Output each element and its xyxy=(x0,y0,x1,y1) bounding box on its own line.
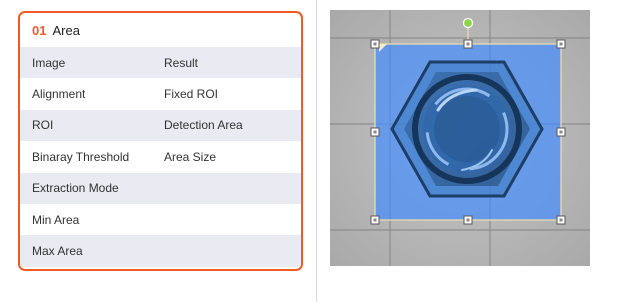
row-label: Max Area xyxy=(32,244,83,259)
settings-row-min-area[interactable]: Min Area xyxy=(20,203,301,236)
settings-row-roi[interactable]: ROI Detection Area xyxy=(20,109,301,142)
row-label: Alignment xyxy=(32,87,86,102)
row-value: Detection Area xyxy=(164,118,243,133)
row-value: Fixed ROI xyxy=(164,87,219,102)
vertical-divider xyxy=(316,0,317,302)
section-title: Area xyxy=(52,22,80,38)
settings-row-binary-threshold[interactable]: Binaray Threshold Area Size xyxy=(20,141,301,173)
settings-row-extraction-mode[interactable]: Extraction Mode xyxy=(20,172,301,204)
row-label: Extraction Mode xyxy=(32,181,119,196)
section-number: 01 xyxy=(32,22,47,38)
inspection-image-view[interactable] xyxy=(330,10,590,266)
row-value: Area Size xyxy=(164,149,217,164)
panel-header: 01 Area xyxy=(20,13,301,47)
settings-list: Image Result Alignment Fixed ROI ROI Det… xyxy=(20,47,301,267)
row-value: Result xyxy=(164,55,199,70)
row-label: Binaray Threshold xyxy=(32,149,130,164)
rotate-handle-icon[interactable] xyxy=(462,17,474,29)
row-label: Image xyxy=(32,55,66,70)
area-settings-panel: 01 Area Image Result Alignment Fixed ROI… xyxy=(18,11,303,271)
inspection-image xyxy=(330,10,590,266)
settings-row-image[interactable]: Image Result xyxy=(20,47,301,79)
settings-row-max-area[interactable]: Max Area xyxy=(20,235,301,267)
row-label: Min Area xyxy=(32,212,80,227)
settings-row-alignment[interactable]: Alignment Fixed ROI xyxy=(20,78,301,110)
row-label: ROI xyxy=(32,118,54,133)
